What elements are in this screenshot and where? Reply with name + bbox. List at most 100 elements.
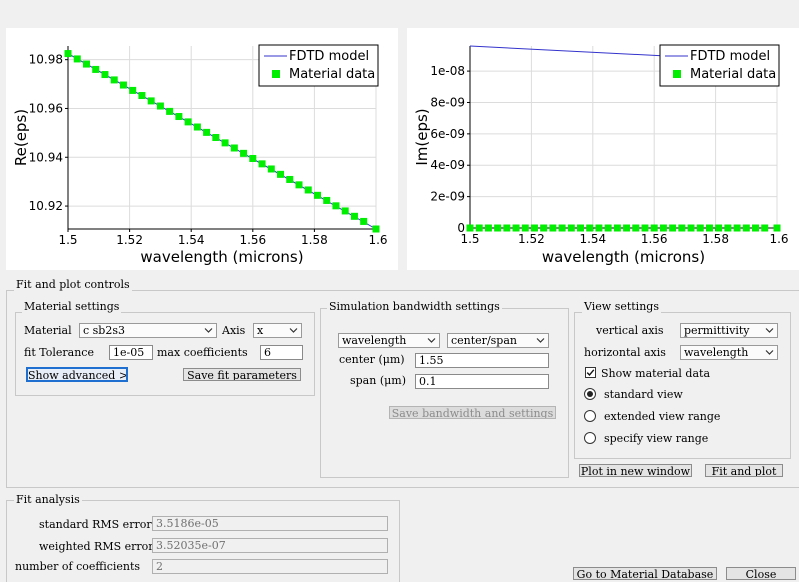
vertical-axis-value: permittivity	[684, 324, 750, 337]
y-tick-label: 10.98	[29, 53, 63, 67]
material-data-point	[678, 224, 686, 232]
x-tick-label: 1.6	[368, 233, 387, 247]
max-coefficients-label: max coefficients	[157, 346, 248, 359]
vertical-axis-select[interactable]: permittivity	[680, 323, 778, 338]
material-select-value: c sb2s3	[83, 324, 125, 337]
material-data-point	[540, 224, 548, 232]
show-material-data-label: Show material data	[601, 367, 711, 380]
number-of-coefficients-label: number of coefficients	[15, 560, 141, 573]
material-data-point	[530, 224, 538, 232]
material-data-point	[372, 225, 380, 233]
weighted-rms-label: weighted RMS error	[39, 540, 154, 553]
material-data-point	[632, 224, 640, 232]
x-tick-label: 1.54	[579, 232, 606, 246]
y-tick-label: 2e-09	[430, 190, 465, 204]
material-data-point	[512, 224, 520, 232]
fit-and-plot-button[interactable]: Fit and plot	[705, 464, 783, 477]
standard-rms-value: 3.5186e-05	[152, 516, 388, 531]
extended-view-radio[interactable]	[584, 410, 596, 422]
material-select[interactable]: c sb2s3	[79, 323, 217, 338]
span-input[interactable]: 0.1	[415, 374, 549, 389]
bandwidth-range-select[interactable]: center/span	[447, 333, 549, 348]
material-data-point	[332, 202, 340, 210]
vertical-axis-label: vertical axis	[596, 324, 664, 337]
standard-rms-label: standard RMS error	[39, 518, 152, 531]
fit-tolerance-label: fit Tolerance	[24, 346, 94, 359]
material-data-point	[221, 139, 229, 147]
horizontal-axis-label: horizontal axis	[584, 346, 666, 359]
material-data-point	[687, 224, 695, 232]
show-material-data-checkbox[interactable]	[585, 367, 596, 378]
specify-view-label: specify view range	[604, 432, 709, 445]
material-data-point	[249, 154, 257, 162]
material-data-point	[350, 212, 358, 220]
material-data-point	[286, 175, 294, 183]
number-of-coefficients-value: 2	[152, 559, 388, 574]
bandwidth-range-value: center/span	[451, 334, 517, 347]
material-data-point	[101, 71, 109, 79]
im-eps-plot: 1.5 1.52 1.54 1.56 1.58 1.61e-088e-096e-094e-…	[413, 44, 789, 266]
re-eps-plot-panel: 1.5 1.52 1.54 1.56 1.58 1.6 10.98 10.96 10.94 10.…	[6, 28, 398, 270]
y-tick-label: 6e-09	[430, 127, 465, 141]
material-data-point	[623, 224, 631, 232]
material-data-point	[742, 224, 750, 232]
material-label: Material	[24, 324, 72, 337]
material-data-point	[175, 113, 183, 121]
save-bandwidth-button[interactable]: Save bandwidth and settings	[389, 406, 556, 419]
material-data-point	[586, 224, 594, 232]
chevron-down-icon	[427, 338, 436, 343]
material-data-point	[752, 224, 760, 232]
x-tick-label: 1.56	[641, 232, 668, 246]
x-tick-label: 1.52	[116, 233, 143, 247]
go-to-material-database-button[interactable]: Go to Material Database	[573, 567, 717, 580]
material-data-point	[212, 134, 220, 141]
span-label: span (μm)	[350, 374, 406, 387]
material-data-point	[92, 65, 100, 73]
material-data-point	[724, 224, 732, 232]
plot-in-new-window-button[interactable]: Plot in new window	[579, 464, 692, 477]
material-data-point	[341, 207, 349, 215]
view-settings-title: View settings	[582, 300, 661, 313]
standard-view-label: standard view	[604, 388, 683, 401]
simulation-bandwidth-title: Simulation bandwidth settings	[327, 300, 502, 313]
material-data-point	[230, 144, 238, 152]
material-data-point	[203, 128, 211, 136]
legend-label-material: Material data	[690, 67, 776, 82]
close-button[interactable]: Close	[726, 567, 796, 580]
plot-legend: FDTD model Material data	[258, 44, 379, 87]
x-tick-label: 1.58	[301, 233, 328, 247]
legend-marker-swatch	[272, 70, 280, 78]
x-tick-label: 1.56	[239, 233, 266, 247]
material-data-point	[577, 224, 585, 232]
material-data-point	[184, 118, 192, 126]
material-data-point	[82, 60, 90, 68]
material-data-point	[466, 224, 474, 232]
material-data-point	[64, 50, 72, 58]
axis-label: Axis	[222, 324, 246, 337]
x-tick-label: 1.58	[702, 232, 729, 246]
chevron-down-icon	[765, 328, 774, 333]
horizontal-axis-select[interactable]: wavelength	[680, 345, 778, 360]
standard-view-radio[interactable]	[584, 388, 596, 400]
show-advanced-button[interactable]: Show advanced >>	[26, 367, 128, 382]
material-data-point	[360, 217, 368, 225]
material-data-point	[604, 224, 612, 232]
y-axis-title: Re(eps)	[12, 109, 30, 166]
fit-tolerance-input[interactable]: 1e-05	[109, 345, 153, 360]
y-tick-label: 10.94	[29, 150, 63, 164]
material-data-point	[733, 224, 741, 232]
bandwidth-mode-select[interactable]: wavelength	[338, 333, 440, 348]
axis-select-value: x	[257, 324, 264, 337]
weighted-rms-value: 3.52035e-07	[152, 538, 388, 553]
center-input[interactable]: 1.55	[415, 353, 549, 368]
max-coefficients-input[interactable]: 6	[260, 345, 303, 360]
save-fit-parameters-button[interactable]: Save fit parameters	[183, 368, 301, 381]
x-tick-label: 1.54	[178, 233, 205, 247]
material-data-point	[475, 224, 483, 232]
material-data-point	[696, 224, 704, 232]
y-tick-label: 10.96	[29, 101, 63, 115]
specify-view-radio[interactable]	[584, 432, 596, 444]
material-data-point	[669, 224, 677, 232]
plot-legend: FDTD model Material data	[659, 44, 780, 87]
axis-select[interactable]: x	[253, 323, 302, 338]
